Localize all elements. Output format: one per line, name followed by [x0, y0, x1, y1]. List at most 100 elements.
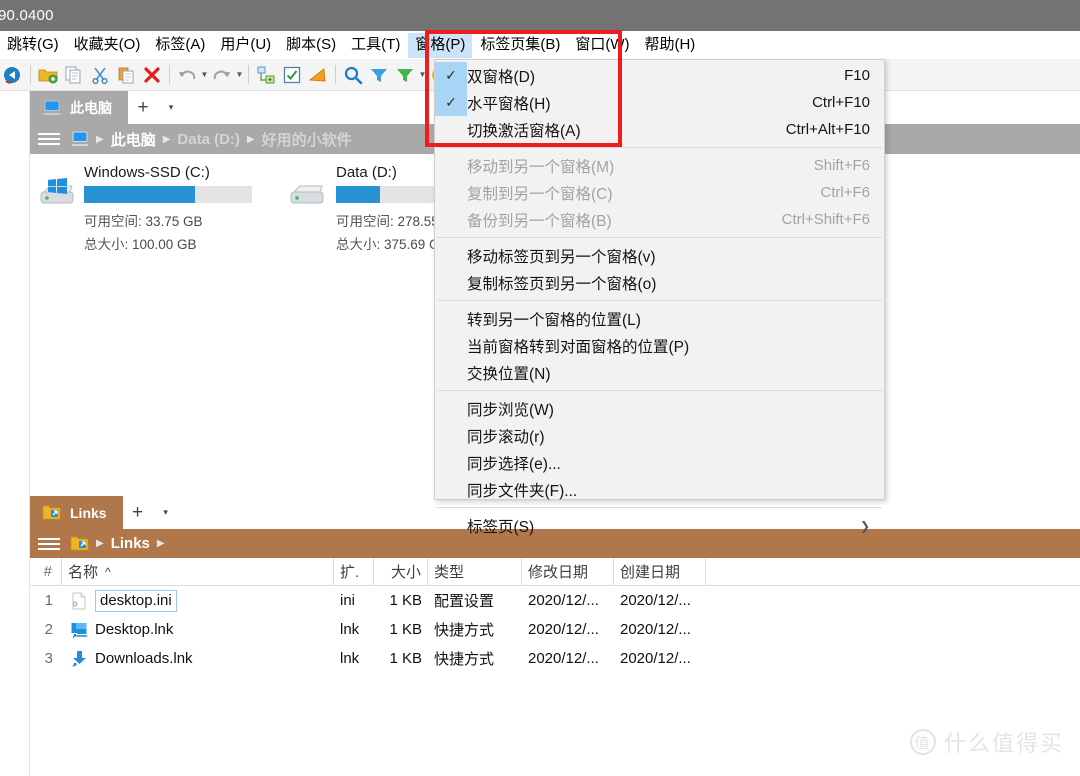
- row-modified: 2020/12/...: [528, 621, 599, 638]
- menu-item-4-3[interactable]: 同步文件夹(F)...: [435, 476, 884, 503]
- cut-icon[interactable]: [87, 62, 113, 88]
- breadcrumb-item-2[interactable]: 好用的小软件: [262, 129, 352, 150]
- menu-item-3-1[interactable]: 当前窗格转到对面窗格的位置(P): [435, 332, 884, 359]
- desktop-shortcut-icon: [68, 621, 90, 639]
- menu-9[interactable]: 帮助(H): [637, 33, 702, 58]
- menu-hamburger-icon[interactable]: [38, 537, 64, 550]
- folder-shortcut-icon: [70, 535, 90, 552]
- filter-green-icon[interactable]: [392, 62, 418, 88]
- column-header-type[interactable]: 类型: [428, 557, 522, 586]
- checkmark-icon: ✓: [435, 62, 467, 89]
- menu-1[interactable]: 收藏夹(O): [67, 33, 148, 58]
- menu-item-label: 交换位置(N): [467, 365, 551, 383]
- menu-separator: [437, 300, 882, 301]
- watermark-logo: 值: [909, 729, 936, 755]
- copy-icon[interactable]: [61, 62, 87, 88]
- back-navigate-icon[interactable]: [0, 62, 26, 88]
- new-tab-button[interactable]: +: [123, 496, 153, 529]
- menu-separator: [437, 390, 882, 391]
- menu-6[interactable]: 窗格(P): [408, 32, 473, 58]
- breadcrumb-item-0[interactable]: Links: [111, 535, 150, 552]
- new-folder-icon[interactable]: [35, 62, 61, 88]
- table-row[interactable]: 3 Downloads.lnk lnk 1 KB 快捷方式 2020/12/... 2020…: [30, 644, 1080, 673]
- column-header-modified[interactable]: 修改日期: [522, 557, 614, 586]
- row-name-cell[interactable]: Desktop.lnk: [62, 615, 334, 644]
- table-row[interactable]: 2 Desktop.lnk lnk 1 KB 快捷方式 2020/12/... 2020/1…: [30, 615, 1080, 644]
- menu-7[interactable]: 标签页集(B): [473, 33, 567, 58]
- menu-item-0-2[interactable]: 切换激活窗格(A) Ctrl+Alt+F10: [435, 116, 884, 143]
- column-header-created[interactable]: 创建日期: [614, 557, 706, 586]
- drive-free-label: 可用空间: [336, 214, 390, 229]
- menu-5[interactable]: 工具(T): [344, 33, 407, 58]
- menu-item-2-1[interactable]: 复制标签页到另一个窗格(o): [435, 269, 884, 296]
- tab-links[interactable]: Links: [30, 496, 123, 529]
- table-row[interactable]: 1 desktop.ini ini 1 KB 配置设置 2020/12/... 2020/1…: [30, 586, 1080, 615]
- menu-item-4-2[interactable]: 同步选择(e)...: [435, 449, 884, 476]
- menu-item-1-2: 备份到另一个窗格(B) Ctrl+Shift+F6: [435, 206, 884, 233]
- search-icon[interactable]: [340, 62, 366, 88]
- menu-item-gutter: [435, 305, 467, 332]
- menu-item-shortcut: F10: [844, 67, 870, 84]
- redo-icon[interactable]: [209, 62, 235, 88]
- redo-dropdown-caret[interactable]: ▼: [235, 62, 244, 88]
- column-header-size[interactable]: 大小: [374, 557, 428, 586]
- column-header-ext[interactable]: 扩.: [334, 557, 374, 586]
- column-header-name-label: 名称: [68, 564, 99, 581]
- drive-total-value: 375.69 G: [384, 237, 440, 252]
- left-sidebar-rail: [0, 91, 30, 776]
- filter-dropdown-caret[interactable]: ▼: [418, 62, 427, 88]
- menu-item-3-2[interactable]: 交换位置(N): [435, 359, 884, 386]
- drive-usage-bar: [84, 186, 252, 203]
- tab-this-pc[interactable]: 此电脑: [30, 91, 128, 124]
- menu-2[interactable]: 标签(A): [148, 33, 212, 58]
- paste-icon[interactable]: [113, 62, 139, 88]
- drive-total-value: 100.00 GB: [132, 237, 197, 252]
- tab-list-dropdown[interactable]: ▾: [153, 496, 179, 529]
- undo-dropdown-caret[interactable]: ▼: [200, 62, 209, 88]
- drive-usage-fill: [336, 186, 380, 203]
- row-modified: 2020/12/...: [528, 650, 599, 667]
- menu-item-0-1[interactable]: ✓ 水平窗格(H) Ctrl+F10: [435, 89, 884, 116]
- delete-icon[interactable]: [139, 62, 165, 88]
- menu-item-5-0[interactable]: 标签页(S) ❯: [435, 512, 884, 539]
- drive-item[interactable]: Windows-SSD (C:) 可用空间: 33.75 GB 总大小: 100…: [30, 164, 282, 490]
- row-modified: 2020/12/...: [528, 592, 599, 609]
- menu-8[interactable]: 窗口(W): [568, 33, 636, 58]
- menu-item-4-1[interactable]: 同步滚动(r): [435, 422, 884, 449]
- row-name-cell[interactable]: desktop.ini: [62, 586, 334, 615]
- undo-icon[interactable]: [174, 62, 200, 88]
- column-header-name[interactable]: 名称 ^: [62, 557, 334, 586]
- menu-item-label: 移动标签页到另一个窗格(v): [467, 248, 656, 266]
- menu-4[interactable]: 脚本(S): [279, 33, 343, 58]
- menu-hamburger-icon[interactable]: [38, 133, 64, 145]
- menu-item-shortcut: Ctrl+F10: [812, 94, 870, 111]
- row-type: 快捷方式: [434, 622, 495, 639]
- menu-bar: 跳转(G) 收藏夹(O) 标签(A) 用户(U) 脚本(S) 工具(T) 窗格(P) 标签页集…: [0, 31, 1080, 59]
- column-header-index[interactable]: #: [30, 557, 62, 586]
- toolbar-separator: [30, 65, 31, 84]
- menu-item-3-0[interactable]: 转到另一个窗格的位置(L): [435, 305, 884, 332]
- menu-item-label: 转到另一个窗格的位置(L): [467, 311, 641, 329]
- menu-item-4-0[interactable]: 同步浏览(W): [435, 395, 884, 422]
- file-list-rows: 1 desktop.ini ini 1 KB 配置设置 2020/12/... 2020/1…: [30, 586, 1080, 673]
- pane-dropdown-menu: ✓ 双窗格(D) F10 ✓ 水平窗格(H) Ctrl+F10 切换激活窗格(A) Ctrl+…: [434, 59, 885, 536]
- menu-item-2-0[interactable]: 移动标签页到另一个窗格(v): [435, 242, 884, 269]
- filter-icon[interactable]: [366, 62, 392, 88]
- menu-item-gutter: [435, 476, 467, 503]
- branch-icon[interactable]: [253, 62, 279, 88]
- menu-0[interactable]: 跳转(G): [0, 33, 66, 58]
- row-created: 2020/12/...: [620, 621, 691, 638]
- app-window: 90.0400 跳转(G) 收藏夹(O) 标签(A) 用户(U) 脚本(S) 工具(T) 窗…: [0, 0, 1080, 776]
- checkbox-select-icon[interactable]: [279, 62, 305, 88]
- new-tab-button[interactable]: +: [128, 91, 158, 124]
- menu-item-label: 同步滚动(r): [467, 428, 545, 446]
- filter-marker-icon[interactable]: [305, 62, 331, 88]
- row-name-cell[interactable]: Downloads.lnk: [62, 644, 334, 673]
- breadcrumb-item-0[interactable]: 此电脑: [111, 129, 156, 150]
- title-bar: 90.0400: [0, 0, 1080, 31]
- breadcrumb-item-1[interactable]: Data (D:): [177, 131, 240, 148]
- menu-3[interactable]: 用户(U): [213, 33, 278, 58]
- menu-item-0-0[interactable]: ✓ 双窗格(D) F10: [435, 62, 884, 89]
- watermark-text: 什么值得买: [943, 731, 1064, 756]
- tab-list-dropdown[interactable]: ▾: [158, 91, 184, 124]
